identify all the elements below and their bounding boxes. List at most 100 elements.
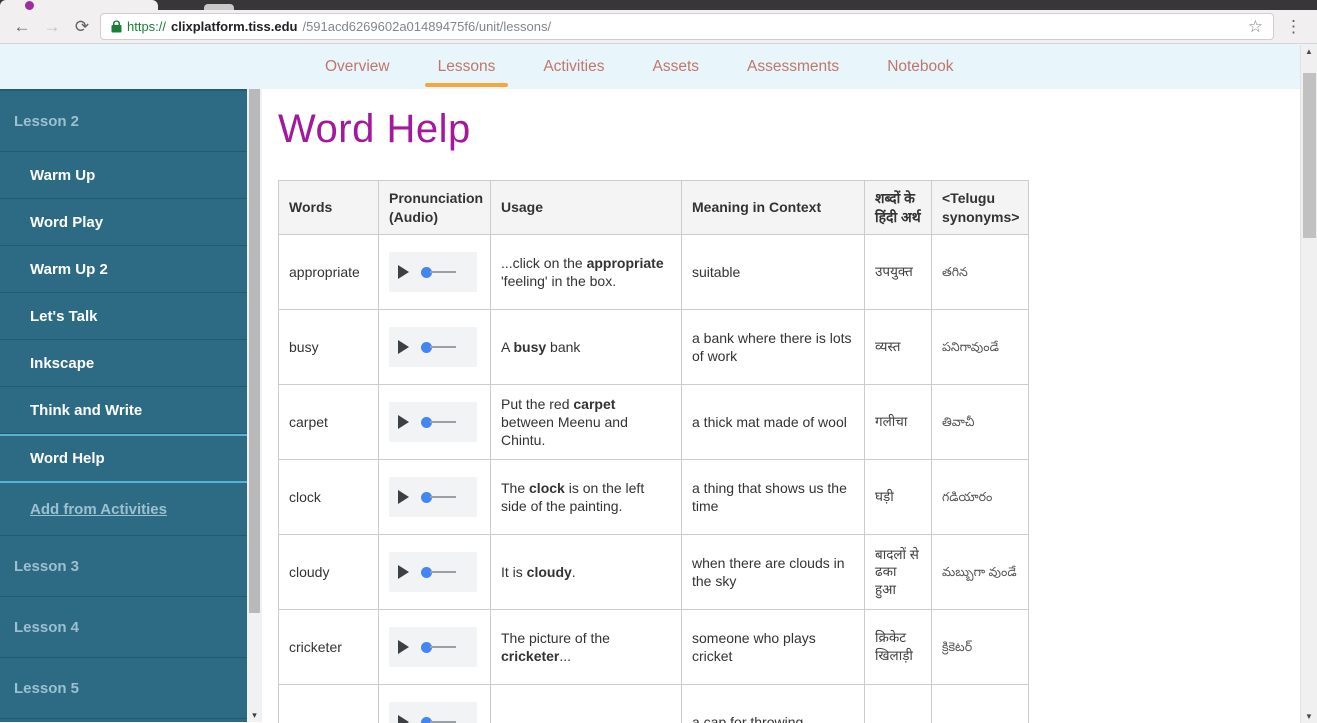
sidebar-item-lesson-4[interactable]: Lesson 4 — [0, 597, 247, 658]
sidebar-item-lesson-3[interactable]: Lesson 3 — [0, 536, 247, 597]
table-row: cricketer The picture of the cricketer..… — [278, 609, 1029, 685]
tab-notebook[interactable]: Notebook — [887, 44, 953, 89]
audio-slider[interactable] — [421, 491, 456, 503]
meaning-cell: a bank where there is lots of work — [681, 309, 865, 385]
hindi-cell: गलीचा — [864, 384, 932, 460]
usage-cell: The picture of the cricketer... — [490, 609, 682, 685]
word-cell: clock — [278, 459, 379, 535]
page-scrollbar[interactable]: ▲ ▼ — [1300, 45, 1317, 723]
sidebar-item-word-help[interactable]: Word Help — [0, 434, 247, 483]
play-icon[interactable] — [398, 415, 409, 429]
lock-icon — [111, 20, 122, 33]
browser-tab-strip — [0, 0, 1317, 10]
telugu-cell: తివాచీ — [931, 384, 1029, 460]
telugu-cell: మబ్బుగా వుండే — [931, 534, 1029, 610]
browser-secondary-tab[interactable] — [204, 4, 234, 10]
sidebar-item-word-play[interactable]: Word Play — [0, 199, 247, 246]
url-domain: clixplatform.tiss.edu — [171, 19, 298, 34]
hindi-cell: बादलों से ढका हुआ — [864, 534, 932, 610]
tab-overview[interactable]: Overview — [325, 44, 390, 89]
hindi-cell: उपयुक्त — [864, 234, 932, 310]
telugu-cell: తగిన — [931, 234, 1029, 310]
word-help-table: Words Pronunciation (Audio) Usage Meanin… — [278, 180, 1029, 723]
browser-toolbar: ← → ⟳ https:// clixplatform.tiss.edu/591a… — [0, 10, 1317, 44]
hindi-cell: क्रिकेट खिलाड़ी — [864, 609, 932, 685]
col-header-usage: Usage — [490, 180, 682, 235]
url-scheme: https:// — [127, 19, 167, 34]
audio-player[interactable] — [389, 252, 477, 292]
site-nav: Overview Lessons Activities Assets Asses… — [0, 44, 1317, 89]
usage-cell: The clock is on the left side of the pai… — [490, 459, 682, 535]
play-icon[interactable] — [398, 265, 409, 279]
play-icon[interactable] — [398, 640, 409, 654]
sidebar-item-lets-talk[interactable]: Let's Talk — [0, 293, 247, 340]
tab-assets[interactable]: Assets — [653, 44, 700, 89]
word-cell: cricketer — [278, 609, 379, 685]
table-row: clock The clock is on the left side of t… — [278, 459, 1029, 535]
pronunciation-cell — [378, 234, 491, 310]
sidebar-item-warm-up-2[interactable]: Warm Up 2 — [0, 246, 247, 293]
play-icon[interactable] — [398, 715, 409, 723]
table-row: cloudy It is cloudy. when there are clou… — [278, 534, 1029, 610]
sidebar-scrollbar-thumb[interactable] — [249, 89, 260, 613]
audio-player[interactable] — [389, 477, 477, 517]
back-icon[interactable]: ← — [10, 18, 34, 35]
play-icon[interactable] — [398, 490, 409, 504]
col-header-telugu: <Telugu synonyms> — [931, 180, 1029, 235]
table-row: a cap for throwing — [278, 684, 1029, 723]
sidebar-item-think-and-write[interactable]: Think and Write — [0, 387, 247, 434]
sidebar-item-lesson-5[interactable]: Lesson 5 — [0, 658, 247, 719]
audio-player[interactable] — [389, 702, 477, 723]
sidebar-item-lesson-2[interactable]: Lesson 2 — [0, 91, 247, 152]
pronunciation-cell — [378, 609, 491, 685]
sidebar-scrollbar[interactable]: ▾ — [247, 89, 262, 722]
scroll-up-icon[interactable]: ▲ — [1301, 47, 1317, 56]
meaning-cell: a cap for throwing — [681, 684, 865, 723]
audio-player[interactable] — [389, 627, 477, 667]
telugu-cell: గడియారం — [931, 459, 1029, 535]
meaning-cell: when there are clouds in the sky — [681, 534, 865, 610]
usage-cell: It is cloudy. — [490, 534, 682, 610]
audio-slider[interactable] — [421, 566, 456, 578]
tab-lessons[interactable]: Lessons — [424, 44, 509, 89]
hindi-cell — [864, 684, 932, 723]
forward-icon: → — [43, 17, 61, 36]
meaning-cell: someone who plays cricket — [681, 609, 865, 685]
pronunciation-cell — [378, 534, 491, 610]
word-cell — [278, 684, 379, 723]
audio-slider[interactable] — [421, 266, 456, 278]
scroll-down-icon[interactable]: ▼ — [1301, 712, 1317, 721]
bookmark-star-icon[interactable]: ☆ — [1248, 17, 1263, 37]
telugu-cell: క్రికెటర్ — [931, 609, 1029, 685]
col-header-pronunciation: Pronunciation (Audio) — [378, 180, 491, 235]
audio-slider[interactable] — [421, 641, 456, 653]
audio-player[interactable] — [389, 402, 477, 442]
tab-activities[interactable]: Activities — [543, 44, 604, 89]
meaning-cell: suitable — [681, 234, 865, 310]
pronunciation-cell — [378, 384, 491, 460]
hindi-cell: घड़ी — [864, 459, 932, 535]
pronunciation-cell — [378, 684, 491, 723]
sidebar-link-add-from-activities[interactable]: Add from Activities — [0, 483, 247, 536]
reload-icon[interactable]: ⟳ — [70, 18, 94, 35]
main-content: Word Help Words Pronunciation (Audio) Us… — [262, 89, 1317, 723]
audio-slider[interactable] — [421, 716, 456, 723]
scroll-down-icon[interactable]: ▾ — [247, 710, 262, 721]
audio-player[interactable] — [389, 327, 477, 367]
browser-active-tab[interactable] — [0, 0, 158, 10]
page-scrollbar-thumb[interactable] — [1303, 73, 1316, 238]
tab-assessments[interactable]: Assessments — [747, 44, 839, 89]
browser-menu-icon[interactable]: ⋮ — [1280, 17, 1307, 37]
audio-slider[interactable] — [421, 341, 456, 353]
usage-cell: A busy bank — [490, 309, 682, 385]
url-bar[interactable]: https:// clixplatform.tiss.edu/591acd6269… — [100, 13, 1274, 40]
telugu-cell — [931, 684, 1029, 723]
audio-slider[interactable] — [421, 416, 456, 428]
play-icon[interactable] — [398, 565, 409, 579]
sidebar-item-inkscape[interactable]: Inkscape — [0, 340, 247, 387]
audio-player[interactable] — [389, 552, 477, 592]
table-row: carpet Put the red carpet between Meenu … — [278, 384, 1029, 460]
play-icon[interactable] — [398, 340, 409, 354]
sidebar-item-warm-up[interactable]: Warm Up — [0, 152, 247, 199]
col-header-meaning: Meaning in Context — [681, 180, 865, 235]
